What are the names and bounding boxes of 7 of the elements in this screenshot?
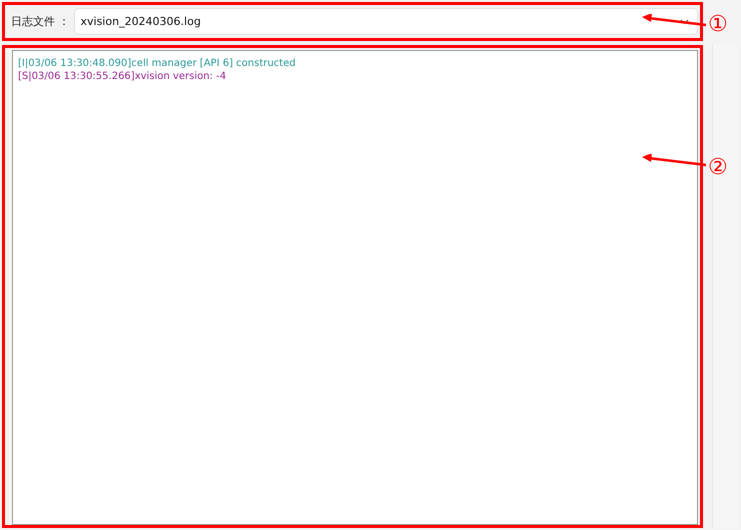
log-file-dropdown[interactable]: xvision_20240306.log — [74, 8, 698, 35]
log-line: [I|03/06 13:30:48.090]cell manager [API 6] constructed — [18, 57, 297, 70]
chevron-down-icon — [680, 18, 689, 24]
log-file-label: 日志文件 ： — [11, 14, 70, 29]
callout-number: ① — [708, 12, 728, 38]
callout-number: ② — [708, 155, 728, 181]
log-line: [S|03/06 13:30:55.266]xvision version: -4 — [18, 70, 228, 83]
